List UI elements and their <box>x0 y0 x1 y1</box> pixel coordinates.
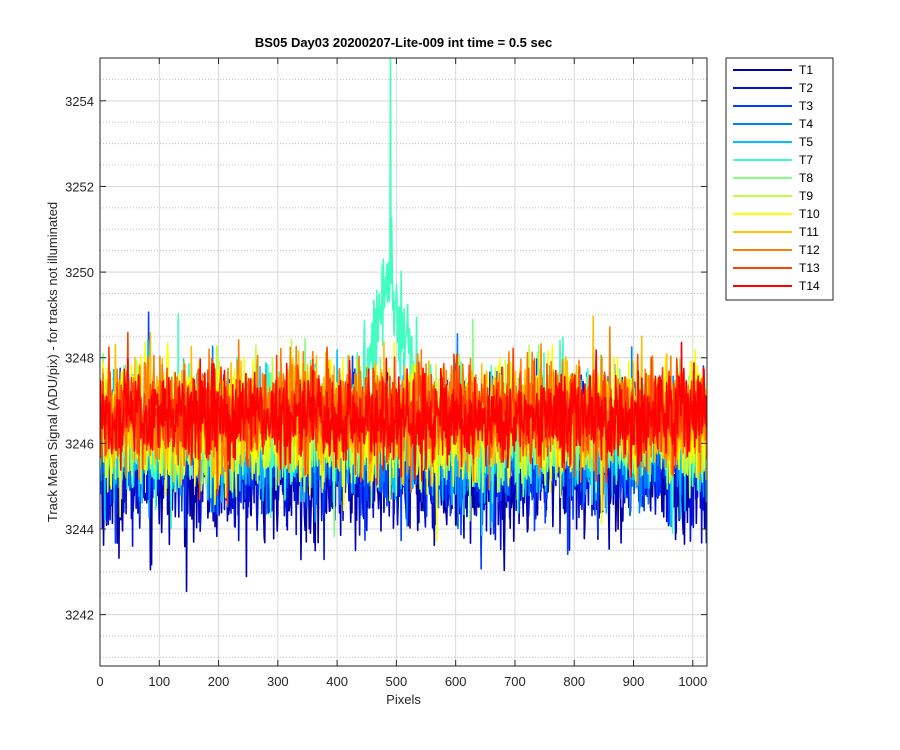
legend-label-t14: T14 <box>799 279 820 293</box>
legend-label-t2: T2 <box>799 81 813 95</box>
x-tick-label: 900 <box>623 674 645 689</box>
y-tick-label: 3244 <box>65 522 94 537</box>
x-tick-label: 0 <box>96 674 103 689</box>
series-lines <box>100 58 707 593</box>
x-tick-label: 400 <box>326 674 348 689</box>
x-tick-label: 500 <box>386 674 408 689</box>
legend-label-t13: T13 <box>799 261 820 275</box>
legend-label-t1: T1 <box>799 63 813 77</box>
y-tick-label: 3248 <box>65 351 94 366</box>
x-tick-label: 1000 <box>678 674 707 689</box>
x-tick-label: 300 <box>267 674 289 689</box>
y-tick-label: 3242 <box>65 608 94 623</box>
legend-label-t7: T7 <box>799 153 813 167</box>
x-tick-label: 700 <box>504 674 526 689</box>
legend-label-t8: T8 <box>799 171 813 185</box>
x-tick-label: 200 <box>208 674 230 689</box>
legend-label-t5: T5 <box>799 135 813 149</box>
legend-label-t10: T10 <box>799 207 820 221</box>
legend-label-t11: T11 <box>799 225 819 239</box>
legend: T1 T2 T3 T4 T5 T7 T8 T9 T10 T11 T12 T13 T14 <box>725 57 834 301</box>
plot-area <box>100 58 707 593</box>
y-tick-label: 3254 <box>65 94 94 109</box>
y-tick-label: 3252 <box>65 179 94 194</box>
chart-figure: BS05 Day03 20200207-Lite-009 int time = … <box>45 35 834 707</box>
x-tick-label: 800 <box>563 674 585 689</box>
x-axis-ticks: 0 100 200 300 400 500 600 700 800 900 1000 <box>96 58 707 689</box>
legend-label-t12: T12 <box>799 243 820 257</box>
y-axis-label: Track Mean Signal (ADU/pix) - for tracks… <box>45 202 60 522</box>
chart-title: BS05 Day03 20200207-Lite-009 int time = … <box>255 35 552 50</box>
y-tick-label: 3250 <box>65 265 94 280</box>
x-tick-label: 600 <box>445 674 467 689</box>
legend-label-t4: T4 <box>799 117 813 131</box>
x-tick-label: 100 <box>148 674 170 689</box>
x-axis-label: Pixels <box>386 692 421 707</box>
legend-label-t9: T9 <box>799 189 813 203</box>
legend-label-t3: T3 <box>799 99 813 113</box>
y-tick-label: 3246 <box>65 436 94 451</box>
